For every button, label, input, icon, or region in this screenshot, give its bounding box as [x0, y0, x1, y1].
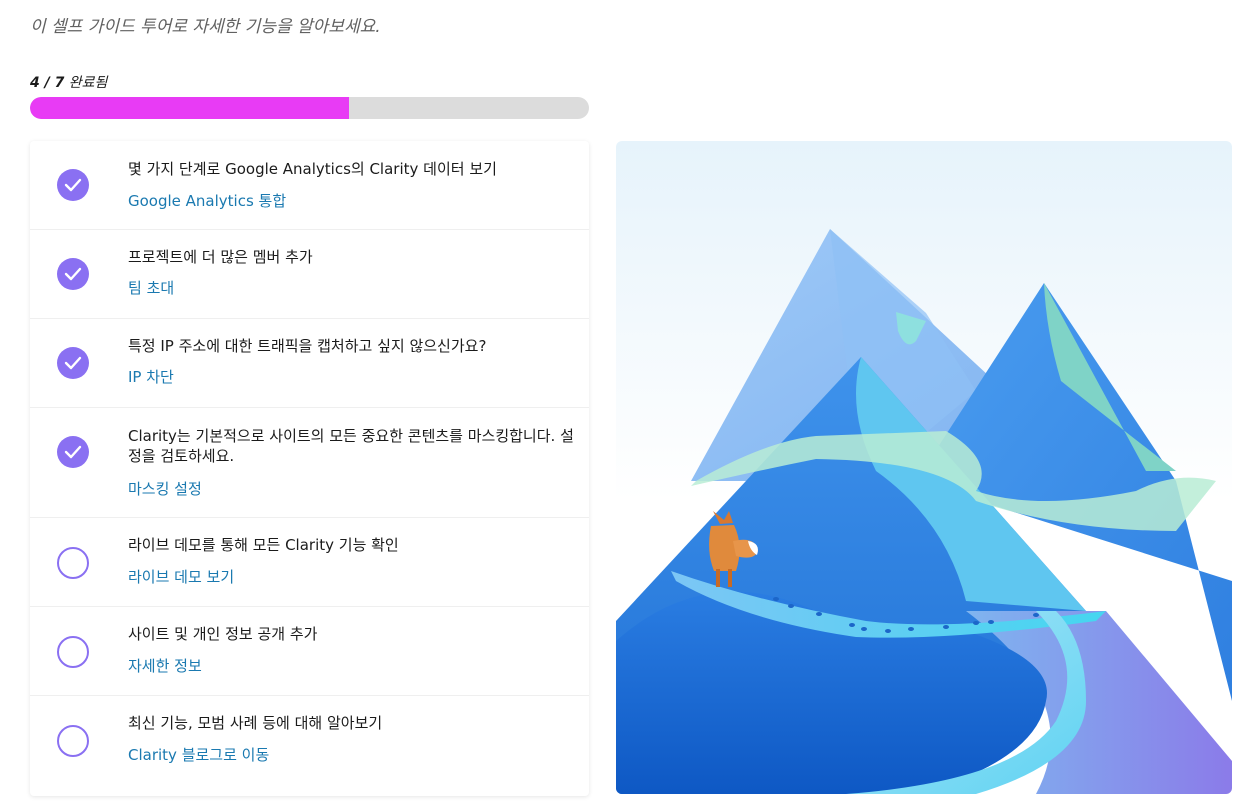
task-link[interactable]: 자세한 정보 [128, 655, 202, 676]
task-title: Clarity는 기본적으로 사이트의 모든 중요한 콘텐츠를 마스킹합니다. … [128, 427, 574, 465]
task-item-blog: 최신 기능, 모범 사례 등에 대해 알아보기 Clarity 블로그로 이동 [30, 696, 589, 796]
mountain-fox-illustration [616, 141, 1232, 794]
task-title: 사이트 및 개인 정보 공개 추가 [128, 625, 318, 643]
task-item-demo: 라이브 데모를 통해 모든 Clarity 기능 확인 라이브 데모 보기 [30, 518, 589, 607]
task-title: 프로젝트에 더 많은 멤버 추가 [128, 248, 313, 266]
progress-label: 4 / 7 완료됨 [30, 72, 107, 92]
task-link[interactable]: 라이브 데모 보기 [128, 566, 234, 587]
empty-circle-icon [57, 725, 89, 757]
task-link[interactable]: 마스킹 설정 [128, 478, 202, 499]
task-link[interactable]: Clarity 블로그로 이동 [128, 744, 269, 765]
empty-circle-icon [57, 636, 89, 668]
progress-done-label: 완료됨 [68, 75, 108, 91]
task-item-ip: 특정 IP 주소에 대한 트래픽을 캡처하고 싶지 않으신가요? IP 차단 [30, 319, 589, 408]
task-checklist: 몇 가지 단계로 Google Analytics의 Clarity 데이터 보… [30, 141, 589, 796]
task-item-invite: 프로젝트에 더 많은 멤버 추가 팀 초대 [30, 230, 589, 319]
progress-count: 4 / 7 [30, 75, 65, 91]
progress-bar [30, 97, 589, 119]
checkmark-circle-icon [57, 347, 89, 379]
empty-circle-icon [57, 547, 89, 579]
task-title: 몇 가지 단계로 Google Analytics의 Clarity 데이터 보… [128, 160, 497, 178]
task-link[interactable]: Google Analytics 통합 [128, 190, 286, 211]
task-item-privacy: 사이트 및 개인 정보 공개 추가 자세한 정보 [30, 607, 589, 696]
checkmark-circle-icon [57, 169, 89, 201]
tour-subtitle: 이 셀프 가이드 투어로 자세한 기능을 알아보세요. [30, 17, 381, 37]
task-title: 최신 기능, 모범 사례 등에 대해 알아보기 [128, 714, 383, 732]
task-link[interactable]: 팀 초대 [128, 277, 174, 298]
progress-bar-fill [30, 97, 350, 119]
task-item-masking: Clarity는 기본적으로 사이트의 모든 중요한 콘텐츠를 마스킹합니다. … [30, 408, 589, 518]
task-title: 특정 IP 주소에 대한 트래픽을 캡처하고 싶지 않으신가요? [128, 337, 487, 355]
task-title: 라이브 데모를 통해 모든 Clarity 기능 확인 [128, 536, 399, 554]
checkmark-circle-icon [57, 258, 89, 290]
task-link[interactable]: IP 차단 [128, 366, 174, 387]
checkmark-circle-icon [57, 436, 89, 468]
task-item-ga: 몇 가지 단계로 Google Analytics의 Clarity 데이터 보… [30, 141, 589, 230]
